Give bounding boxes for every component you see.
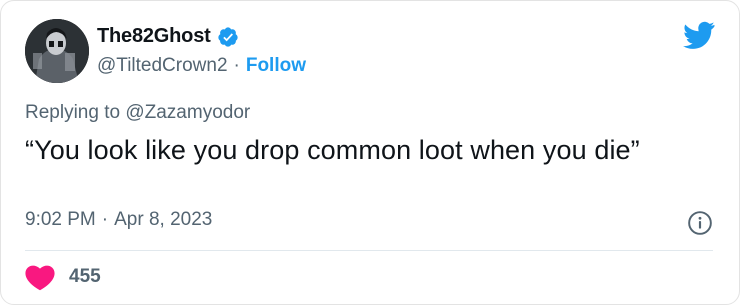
tweet-card: The82Ghost @TiltedCrown2 · Follow Replyi… [0,0,740,305]
twitter-bird-icon[interactable] [683,21,715,49]
divider [25,250,713,251]
verified-badge-icon [217,26,238,47]
heart-icon[interactable] [25,263,55,291]
likes-row[interactable]: 455 [25,263,101,291]
avatar-image [25,19,89,83]
author-name-row: The82Ghost [97,25,239,48]
tweet-text: “You look like you drop common loot when… [25,135,640,165]
info-icon[interactable] [687,210,713,236]
follow-button[interactable]: Follow [246,55,306,77]
tweet-date[interactable]: Apr 8, 2023 [114,209,212,231]
author-handle-row: @TiltedCrown2 · Follow [97,55,306,77]
handle-separator: · [233,55,240,76]
author-handle[interactable]: @TiltedCrown2 [97,55,228,77]
replying-to-label: Replying to [25,102,121,123]
meta-separator: · [101,209,109,230]
tweet-time[interactable]: 9:02 PM [25,209,96,231]
tweet-meta: 9:02 PM · Apr 8, 2023 [25,209,212,231]
like-count: 455 [69,266,101,287]
reply-mention[interactable]: @Zazamyodor [125,102,250,123]
avatar[interactable] [25,19,89,83]
author-display-name[interactable]: The82Ghost [97,25,211,48]
replying-to: Replying to @Zazamyodor [25,102,250,124]
